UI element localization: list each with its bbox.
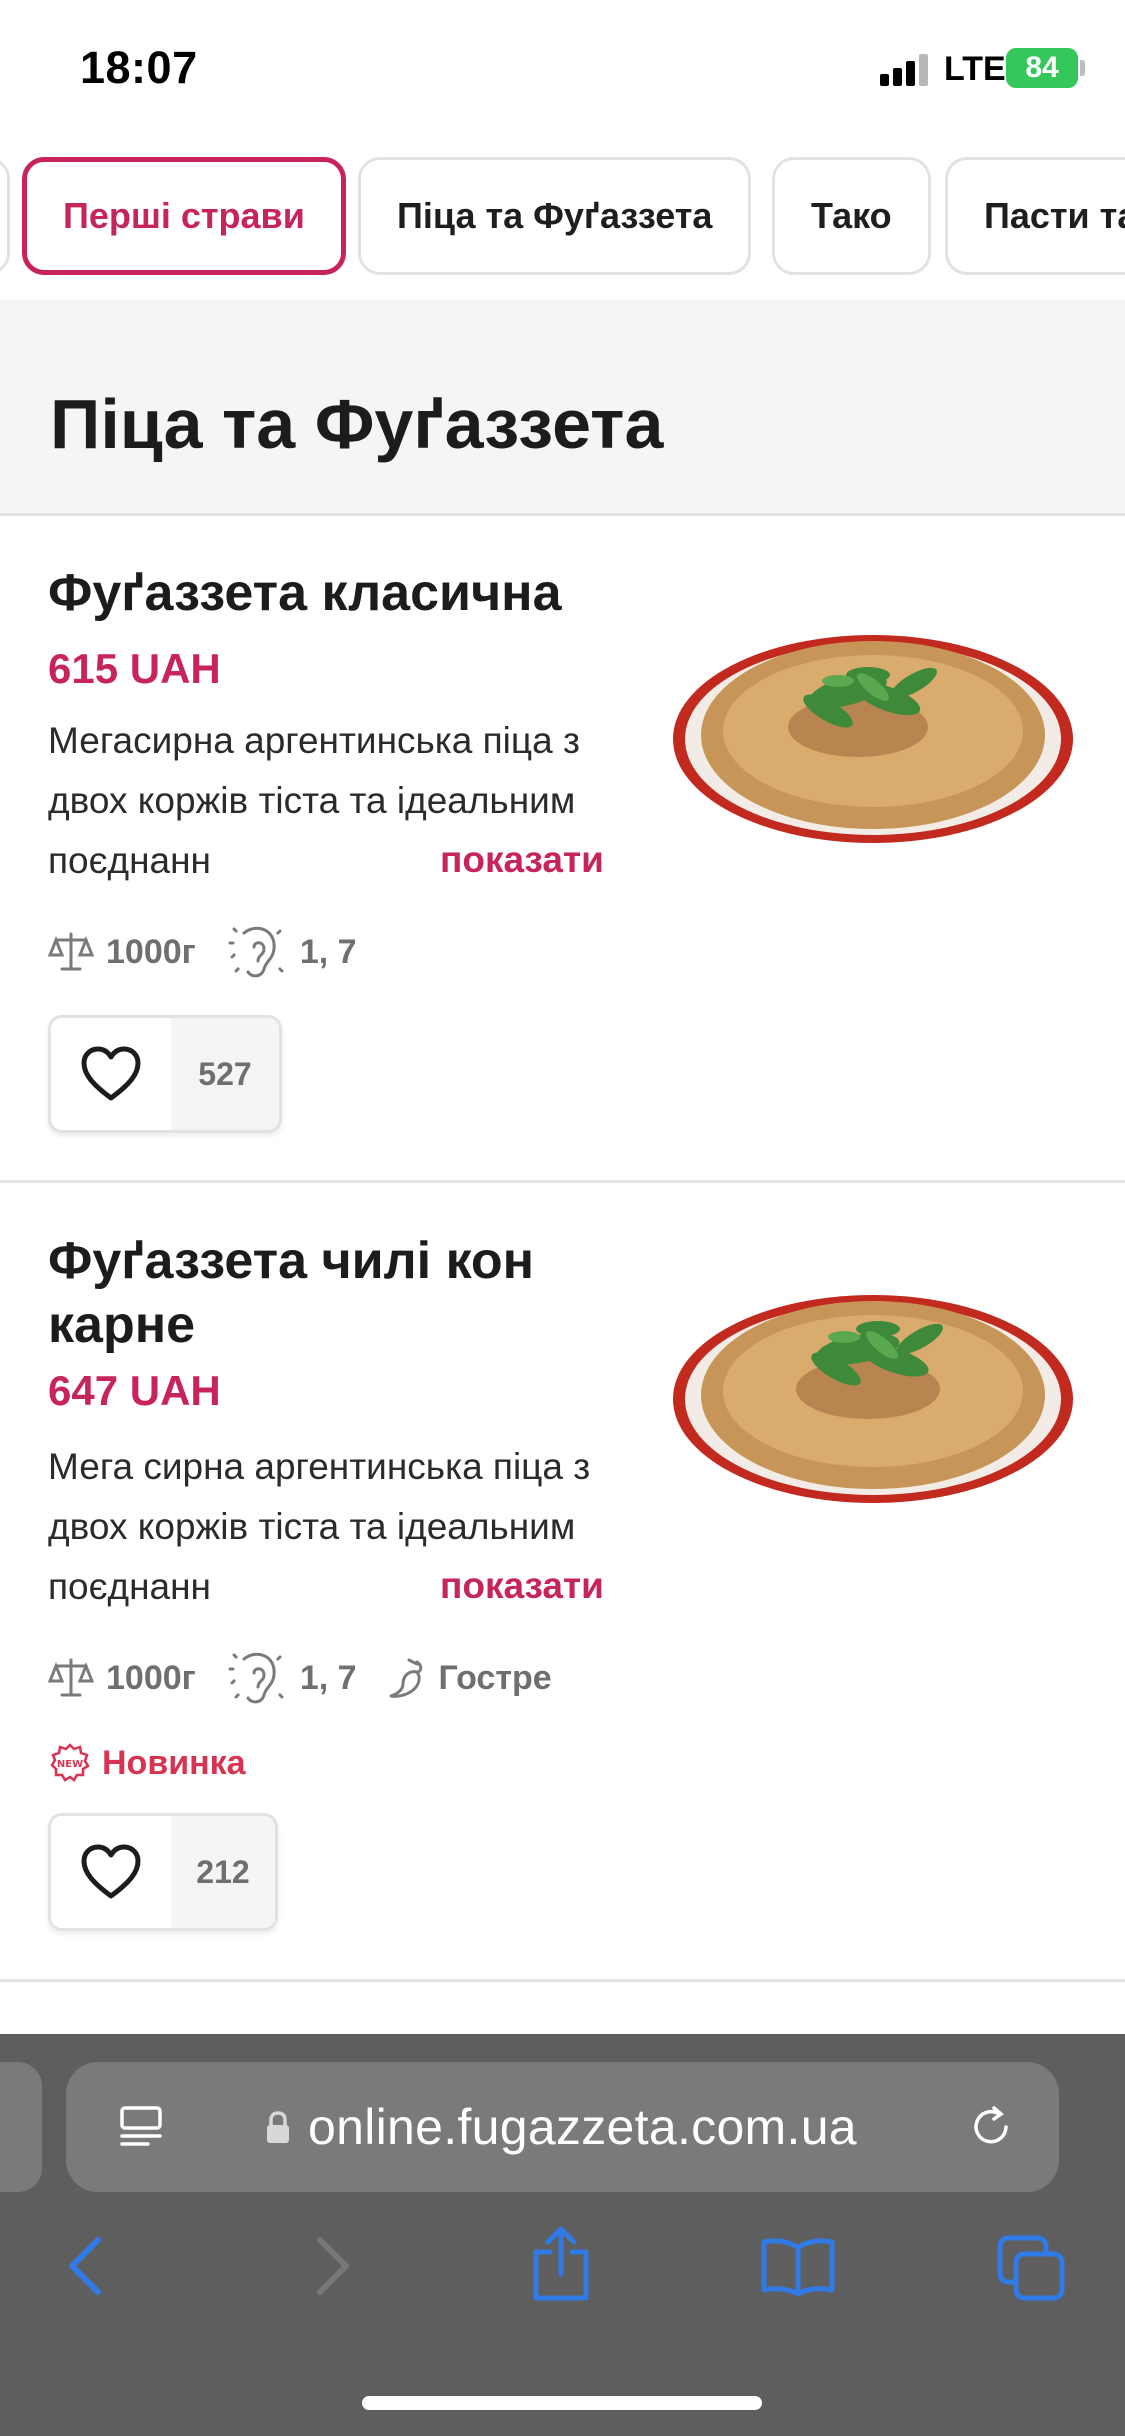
reload-icon[interactable] — [966, 2102, 1016, 2152]
allergens-value: 1, 7 — [299, 1658, 357, 1697]
tab-first-courses[interactable]: Перші страви — [22, 157, 346, 275]
weight-value: 1000г — [106, 1658, 196, 1697]
allergens-info: 1, 7 — [226, 1649, 357, 1707]
allergens-value: 1, 7 — [299, 932, 357, 971]
lock-icon — [267, 2111, 289, 2143]
new-icon: NEW — [50, 1743, 90, 1782]
address-bar[interactable]: online.fugazzeta.com.ua — [66, 2062, 1059, 2192]
product-title: Фуґаззета класична — [48, 564, 562, 622]
new-badge: NEW Новинка — [50, 1743, 246, 1783]
scale-icon — [48, 932, 94, 971]
battery-icon: 84 — [1006, 48, 1078, 88]
reader-icon[interactable] — [116, 2102, 166, 2152]
chili-icon — [389, 1658, 422, 1698]
share-icon[interactable] — [528, 2224, 594, 2304]
product-meta: 1000г 1, 7 — [48, 923, 387, 981]
tab-pizza-fugazzeta[interactable]: Піца та Фуґаззета — [358, 157, 752, 275]
pizza-image — [673, 635, 1073, 843]
product-card[interactable]: Фуґаззета чилі кон карне 647 UAH Мега си… — [0, 1183, 1125, 1982]
show-more-link[interactable]: показати — [440, 1565, 604, 1607]
signal-icon — [880, 54, 930, 86]
like-count: 527 — [171, 1018, 279, 1130]
section-title: Піца та Фуґаззета — [50, 385, 664, 463]
heart-icon — [51, 1018, 171, 1130]
weight-info: 1000г — [48, 1655, 196, 1701]
browser-toolbar: online.fugazzeta.com.ua — [0, 2034, 1125, 2436]
home-indicator — [362, 2396, 762, 2410]
battery-level: 84 — [1025, 51, 1059, 84]
category-tabs: Перші страви Піца та Фуґаззета Тако Паст… — [0, 150, 1125, 285]
allergen-icon — [228, 1652, 284, 1704]
status-bar: 18:07 LTE 84 — [0, 0, 1125, 140]
tab-pasta[interactable]: Пасти та — [945, 157, 1125, 275]
product-title: Фуґаззета чилі кон карне — [48, 1232, 535, 1354]
show-more-link[interactable]: показати — [440, 839, 604, 881]
previous-tab-preview[interactable] — [0, 2062, 42, 2192]
battery-nub — [1080, 60, 1085, 76]
weight-value: 1000г — [106, 932, 196, 971]
url-text[interactable]: online.fugazzeta.com.ua — [308, 2098, 857, 2156]
like-button[interactable]: 527 — [48, 1015, 282, 1133]
product-price: 615 UAH — [48, 645, 221, 692]
section-header: Піца та Фуґаззета — [0, 300, 1125, 516]
svg-text:NEW: NEW — [57, 1759, 83, 1770]
status-time: 18:07 — [80, 42, 198, 93]
spicy-info: Гостре — [387, 1656, 552, 1700]
network-label: LTE — [944, 50, 1006, 88]
product-card[interactable]: Фуґаззета класична 615 UAH Мегасирна арг… — [0, 519, 1125, 1183]
weight-info: 1000г — [48, 929, 196, 975]
product-price: 647 UAH — [48, 1367, 221, 1414]
back-icon[interactable] — [64, 2234, 108, 2298]
like-button[interactable]: 212 — [48, 1813, 278, 1931]
scale-icon — [48, 1658, 94, 1697]
like-count: 212 — [171, 1816, 275, 1928]
allergens-info: 1, 7 — [226, 923, 357, 981]
tabs-icon[interactable] — [996, 2234, 1068, 2302]
product-meta: 1000г 1, 7 Гостре — [48, 1649, 582, 1707]
tab-taco[interactable]: Тако — [772, 157, 931, 275]
pizza-image — [673, 1295, 1073, 1503]
allergen-icon — [228, 926, 284, 978]
bookmarks-icon[interactable] — [760, 2234, 836, 2298]
forward-icon[interactable] — [310, 2234, 354, 2298]
heart-icon — [51, 1816, 171, 1928]
tab-previous[interactable] — [0, 157, 10, 275]
spicy-label: Гостре — [438, 1658, 552, 1697]
new-badge-label: Новинка — [102, 1743, 246, 1782]
